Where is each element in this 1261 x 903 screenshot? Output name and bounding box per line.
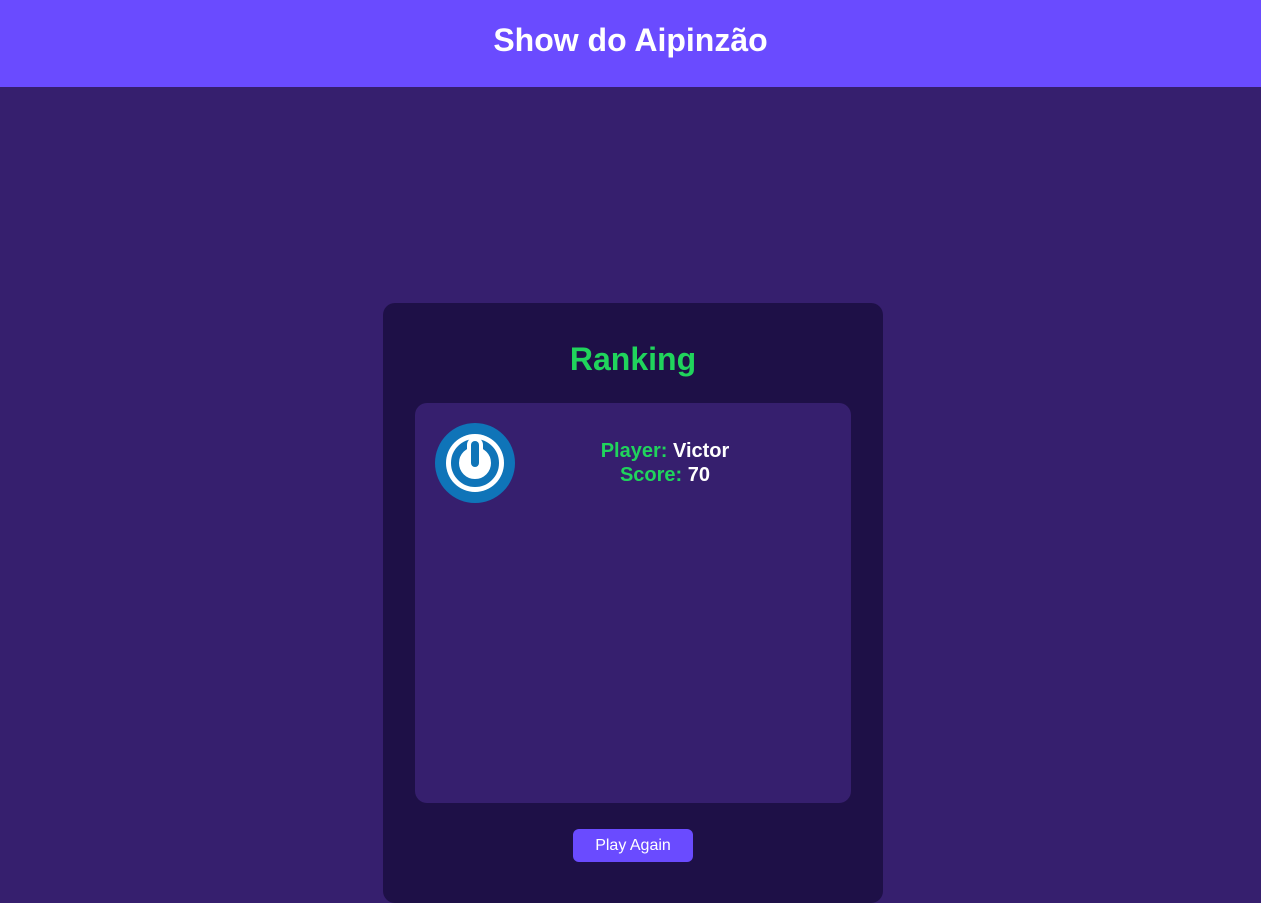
list-item: Player: Victor Score: 70 (415, 403, 851, 503)
app-header: Show do Aipinzão (0, 0, 1261, 87)
page-title: Show do Aipinzão (493, 22, 768, 58)
play-again-button[interactable]: Play Again (573, 829, 693, 862)
player-info: Player: Victor Score: 70 (535, 439, 795, 487)
player-line: Player: Victor (535, 439, 795, 463)
score-value: 70 (687, 464, 711, 486)
score-line: Score: 70 (535, 463, 795, 487)
player-label: Player: (600, 440, 668, 462)
ranking-title: Ranking (569, 341, 697, 377)
score-label: Score: (619, 464, 683, 486)
player-name: Victor (672, 440, 730, 462)
ranking-list[interactable]: Player: Victor Score: 70 (415, 403, 851, 803)
ranking-card: Ranking Player: Victor Score: 70 Play Ag… (383, 303, 883, 903)
power-icon (435, 423, 515, 503)
